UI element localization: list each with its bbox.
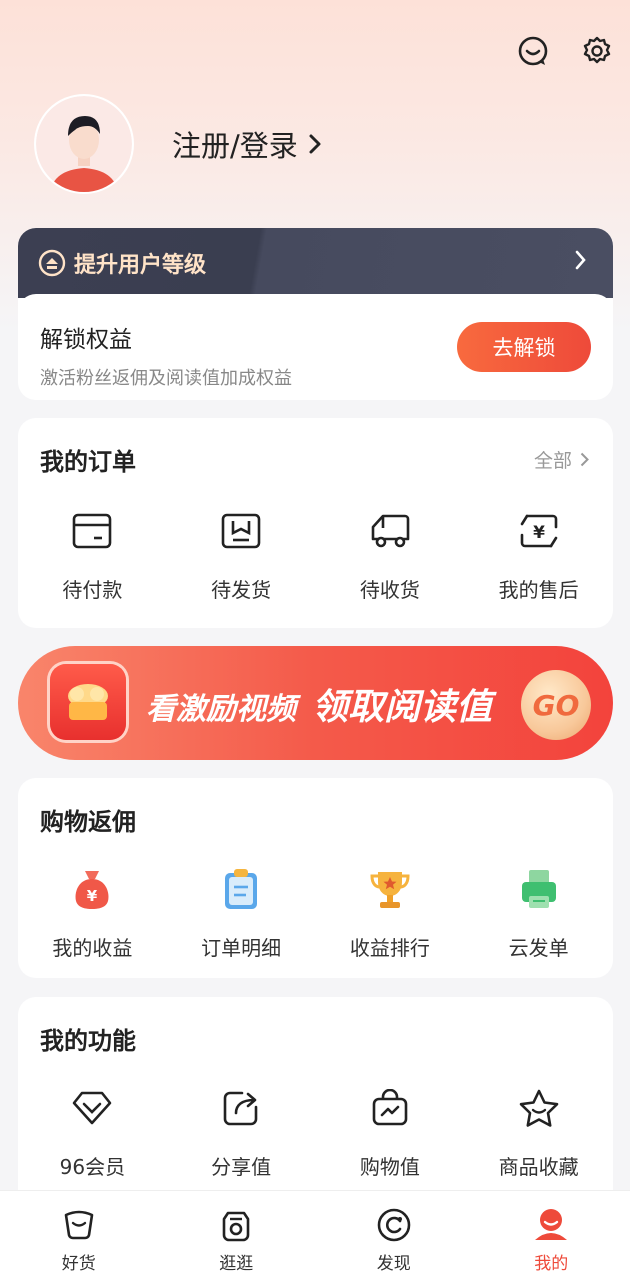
tab-mine[interactable]: 我的 (473, 1191, 630, 1280)
star-icon (516, 1085, 562, 1131)
diamond-icon (69, 1085, 115, 1131)
shopping-bag-icon (367, 1085, 413, 1131)
svg-text:¥: ¥ (87, 887, 98, 905)
trophy-icon (367, 866, 413, 912)
rebate-cloud-order[interactable]: 云发单 (464, 866, 613, 961)
order-label: 我的售后 (498, 578, 579, 602)
banner-text-1: 看激励视频 (146, 692, 296, 727)
rebate-ranking[interactable]: 收益排行 (316, 866, 465, 961)
order-after-sales[interactable]: ¥ 我的售后 (464, 508, 613, 603)
clipboard-icon (218, 866, 264, 912)
tab-label: 我的 (534, 1254, 569, 1274)
settings-icon[interactable] (580, 34, 614, 68)
level-up-icon (38, 249, 66, 277)
tab-good-items[interactable]: 好货 (0, 1191, 158, 1280)
orders-all-link[interactable]: 全部 (534, 446, 589, 473)
feature-96-member[interactable]: 96会员 (18, 1085, 167, 1180)
order-pending-receipt[interactable]: 待收货 (316, 508, 465, 603)
upgrade-card[interactable]: 提升用户等级 解锁权益 激活粉丝返佣及阅读值加成权益 去解锁 (18, 228, 613, 400)
orders-title: 我的订单 (40, 448, 136, 476)
unlock-button[interactable]: 去解锁 (457, 322, 591, 372)
banner-text-2: 领取阅读值 (312, 687, 493, 728)
feature-label: 96会员 (59, 1155, 126, 1179)
rebate-label: 我的收益 (52, 936, 133, 960)
features-title: 我的功能 (40, 1027, 136, 1055)
chevron-right-icon (575, 250, 586, 270)
order-pending-shipment[interactable]: 待发货 (167, 508, 316, 603)
bottom-tab-bar: 好货 逛逛 发现 我的 (0, 1190, 630, 1280)
go-button[interactable]: GO (521, 670, 591, 740)
rebate-title: 购物返佣 (40, 808, 136, 836)
rebate-label: 云发单 (508, 936, 569, 960)
tab-label: 发现 (376, 1254, 411, 1274)
chevron-right-icon (309, 134, 321, 154)
orders-grid: 待付款 待发货 待收货 ¥ 我的售后 (18, 508, 613, 603)
feature-label: 分享值 (211, 1155, 272, 1179)
wallet-icon (69, 508, 115, 554)
orders-all-label: 全部 (533, 450, 572, 472)
printer-icon (516, 866, 562, 912)
feature-label: 购物值 (359, 1155, 420, 1179)
rebate-label: 订单明细 (201, 936, 282, 960)
cup-icon (64, 1210, 94, 1240)
feature-share-value[interactable]: 分享值 (167, 1085, 316, 1180)
rebate-card: 购物返佣 ¥ 我的收益 订单明细 收益排行 云发单 (18, 778, 613, 978)
tab-browse[interactable]: 逛逛 (158, 1191, 316, 1280)
chevron-right-icon (580, 452, 589, 467)
discover-icon (377, 1208, 411, 1242)
avatar[interactable] (36, 96, 132, 192)
rebate-grid: ¥ 我的收益 订单明细 收益排行 云发单 (18, 866, 613, 961)
tab-label: 逛逛 (219, 1254, 254, 1274)
upgrade-body: 解锁权益 激活粉丝返佣及阅读值加成权益 去解锁 (18, 294, 613, 400)
reading-app-icon (50, 664, 126, 740)
order-pending-payment[interactable]: 待付款 (18, 508, 167, 603)
video-reward-banner[interactable]: 看激励视频 领取阅读值 GO (18, 646, 613, 760)
tab-label: 好货 (61, 1254, 96, 1274)
chat-icon[interactable] (516, 34, 550, 68)
browse-icon (222, 1211, 250, 1242)
box-icon (218, 508, 264, 554)
yen-refund-icon: ¥ (516, 508, 562, 554)
money-bag-icon: ¥ (69, 866, 115, 912)
profile-section: 注册/登录 (36, 96, 322, 192)
tab-discover[interactable]: 发现 (315, 1191, 473, 1280)
order-label: 待付款 (62, 578, 123, 602)
feature-shopping-value[interactable]: 购物值 (316, 1085, 465, 1180)
upgrade-title: 提升用户等级 (74, 253, 207, 278)
login-label: 注册/登录 (172, 129, 298, 163)
features-card: 我的功能 96会员 分享值 购物值 商品收藏 (18, 997, 613, 1217)
order-label: 待收货 (359, 578, 420, 602)
upgrade-header[interactable]: 提升用户等级 (18, 228, 613, 298)
order-label: 待发货 (211, 578, 272, 602)
rebate-my-earnings[interactable]: ¥ 我的收益 (18, 866, 167, 961)
rebate-label: 收益排行 (349, 936, 430, 960)
top-toolbar (516, 34, 614, 68)
share-icon (218, 1085, 264, 1131)
truck-icon (367, 508, 413, 554)
feature-favorites[interactable]: 商品收藏 (464, 1085, 613, 1180)
svg-text:¥: ¥ (533, 523, 545, 543)
feature-label: 商品收藏 (498, 1155, 579, 1179)
rebate-order-details[interactable]: 订单明细 (167, 866, 316, 961)
login-link[interactable]: 注册/登录 (172, 123, 322, 165)
orders-card: 我的订单 全部 待付款 待发货 待收货 ¥ 我的售后 (18, 418, 613, 628)
features-grid: 96会员 分享值 购物值 商品收藏 (18, 1085, 613, 1180)
user-icon (535, 1209, 568, 1240)
